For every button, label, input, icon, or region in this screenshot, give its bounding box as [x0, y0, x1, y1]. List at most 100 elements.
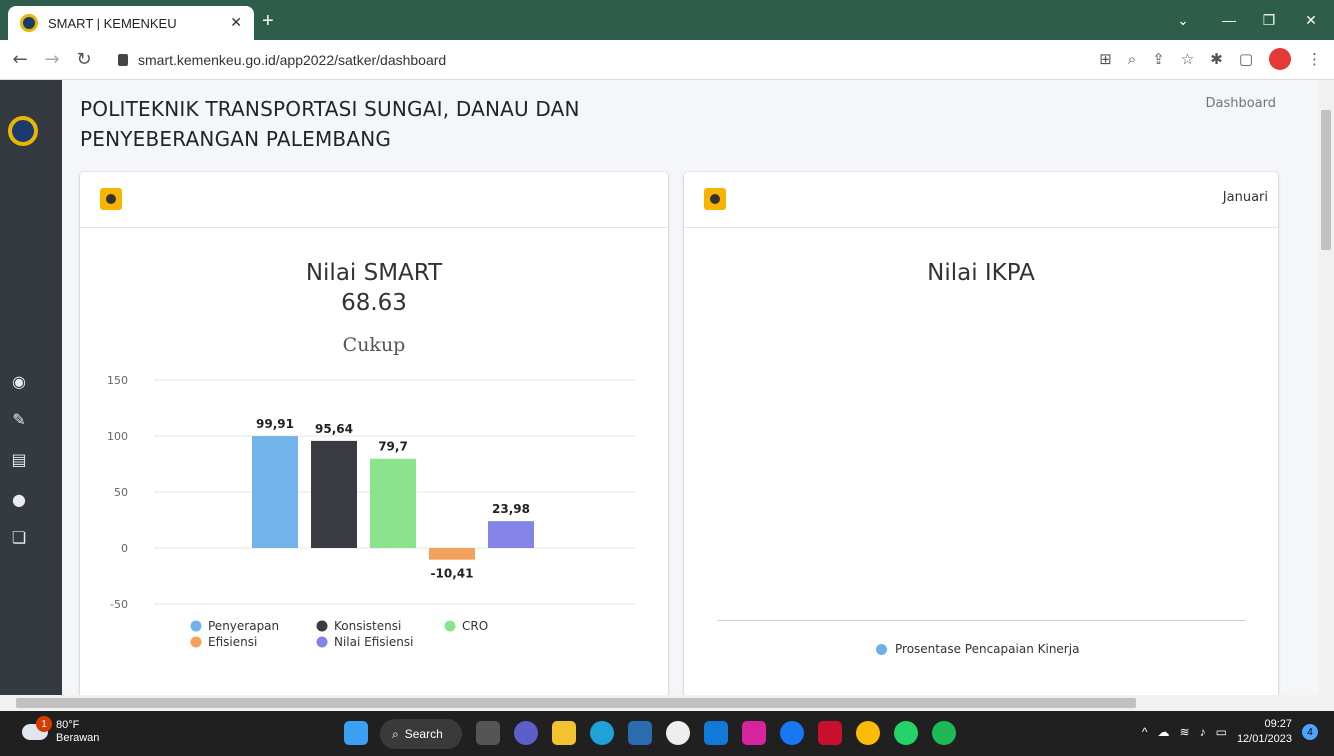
clock[interactable]: 09:27 12/01/2023	[1237, 717, 1292, 747]
battery-icon[interactable]: ▭	[1216, 725, 1227, 739]
app-logo[interactable]	[8, 116, 38, 146]
book-icon[interactable]: ▤	[10, 450, 28, 469]
ikpa-legend[interactable]: Prosentase Pencapaian Kinerja	[876, 642, 1079, 656]
search-icon: ⌕	[392, 726, 399, 741]
side-panel-icon[interactable]: ▢	[1239, 50, 1253, 68]
profile-avatar[interactable]	[1269, 48, 1291, 70]
extensions-icon[interactable]: ✱	[1210, 50, 1223, 68]
y-tick-label: 50	[114, 486, 128, 499]
instagram-icon[interactable]	[742, 721, 766, 745]
github-icon[interactable]	[666, 721, 690, 745]
browser-tab[interactable]: SMART | KEMENKEU ✕	[8, 6, 254, 40]
bar-penyerapan	[252, 436, 298, 548]
chrome-icon[interactable]	[856, 721, 880, 745]
legend-label[interactable]: Efisiensi	[208, 635, 257, 649]
messenger-icon[interactable]	[780, 721, 804, 745]
browser-tabstrip: SMART | KEMENKEU ✕ + ⌄ — ❐ ✕	[0, 0, 1334, 40]
legend-dot	[444, 620, 456, 632]
mcafee-icon[interactable]	[818, 721, 842, 745]
legend-label[interactable]: Penyerapan	[208, 619, 279, 633]
bar-nilai-efisiensi	[488, 521, 534, 548]
bar-konsistensi	[311, 440, 357, 548]
chevron-up-icon[interactable]: ^	[1142, 725, 1148, 739]
dashboard-gauge-icon[interactable]: ◉	[10, 372, 28, 391]
edit-icon[interactable]: ✎	[10, 410, 28, 429]
file-explorer-icon[interactable]	[552, 721, 576, 745]
clock-date: 12/01/2023	[1236, 733, 1292, 745]
smart-category: Cukup	[342, 334, 406, 356]
ikpa-axis-line	[718, 620, 1246, 621]
url-text: smart.kemenkeu.go.id/app2022/satker/dash…	[138, 52, 447, 68]
site-favicon-icon	[20, 14, 38, 32]
menu-kebab-icon[interactable]: ⋮	[1307, 50, 1322, 68]
wifi-icon[interactable]: ≋	[1180, 725, 1190, 739]
legend-dot	[316, 636, 328, 648]
tab-search-icon[interactable]: ⌄	[1160, 0, 1206, 40]
volume-icon[interactable]: ♪	[1200, 725, 1206, 739]
bookmark-star-icon[interactable]: ☆	[1181, 50, 1194, 68]
smart-card-header	[80, 172, 668, 228]
sidebar: ◉ ✎ ▤ ● ❏	[0, 80, 62, 695]
share-icon[interactable]: ⇪	[1152, 50, 1165, 68]
legend-label[interactable]: CRO	[462, 619, 488, 633]
horizontal-scrollbar[interactable]	[0, 695, 1334, 711]
system-tray: ^ ☁ ≋ ♪ ▭ 09:27 12/01/2023 4	[1142, 717, 1318, 747]
legend-dot	[876, 643, 887, 655]
reload-icon[interactable]: ↻	[72, 49, 96, 70]
legend-label[interactable]: Konsistensi	[334, 619, 401, 633]
task-view-icon[interactable]	[476, 721, 500, 745]
page-title-line2: PENYEBERANGAN PALEMBANG	[80, 127, 392, 151]
bar-value-label: 23,98	[492, 502, 530, 516]
windows-taskbar: 1 80°F Berawan ⌕ Search ^ ☁ ≋ ♪ ▭ 09:27 …	[0, 711, 1334, 756]
forward-icon[interactable]: →	[40, 49, 64, 70]
bar-efisiensi	[429, 548, 475, 560]
legend-dot	[316, 620, 328, 632]
ikpa-title: Nilai IKPA	[927, 260, 1035, 286]
notification-badge[interactable]: 4	[1302, 724, 1318, 740]
legend-dot	[190, 636, 202, 648]
smart-value: 68.63	[341, 290, 407, 316]
store-icon[interactable]	[628, 721, 652, 745]
new-tab-button[interactable]: +	[262, 10, 274, 33]
breadcrumb[interactable]: Dashboard	[1205, 96, 1276, 111]
bar-value-label: 95,64	[315, 422, 353, 436]
mail-icon[interactable]	[704, 721, 728, 745]
weather-temp: 80°F	[56, 719, 80, 731]
search-label: Search	[404, 727, 443, 741]
user-icon[interactable]: ●	[10, 490, 28, 509]
documents-icon[interactable]: ❏	[10, 528, 28, 547]
close-tab-icon[interactable]: ✕	[230, 15, 242, 31]
back-icon[interactable]: ←	[8, 49, 32, 70]
edge-icon[interactable]	[590, 721, 614, 745]
y-tick-label: 100	[107, 430, 128, 443]
spotify-icon[interactable]	[932, 721, 956, 745]
vertical-scrollbar[interactable]	[1318, 80, 1334, 695]
start-icon[interactable]	[344, 721, 368, 745]
browser-toolbar: ← → ↻ smart.kemenkeu.go.id/app2022/satke…	[0, 40, 1334, 80]
chat-icon[interactable]	[514, 721, 538, 745]
month-label[interactable]: Januari	[1223, 190, 1268, 205]
legend-label[interactable]: Nilai Efisiensi	[334, 635, 413, 649]
y-tick-label: 150	[107, 374, 128, 387]
weather-badge: 1	[36, 716, 52, 732]
page-title: POLITEKNIK TRANSPORTASI SUNGAI, DANAU DA…	[80, 94, 680, 154]
y-tick-label: 0	[121, 542, 128, 555]
smart-card: Nilai SMART 68.63 Cukup 150 100 50 0 -50 99,9…	[80, 172, 668, 695]
bar-value-label: -10,41	[431, 567, 474, 581]
search-button[interactable]: ⌕ Search	[380, 719, 462, 749]
whatsapp-icon[interactable]	[894, 721, 918, 745]
zoom-icon[interactable]: ⌕	[1128, 50, 1136, 68]
legend-dot	[190, 620, 202, 632]
smart-bar-chart: 150 100 50 0 -50 99,91 95,64 79,7 -10,41 23,98 Pen…	[107, 374, 636, 649]
bar-cro	[370, 458, 416, 548]
onedrive-icon[interactable]: ☁	[1158, 725, 1170, 739]
pie-chart-icon	[704, 188, 726, 210]
ikpa-card: Januari Nilai IKPA Prosentase Pencapaian…	[684, 172, 1278, 695]
translate-icon[interactable]: ⊞	[1099, 50, 1112, 68]
cloud-icon: 1	[22, 716, 52, 740]
clock-time: 09:27	[1264, 718, 1292, 730]
close-window-button[interactable]: ✕	[1288, 0, 1334, 40]
restore-button[interactable]: ❐	[1246, 0, 1292, 40]
bar-value-label: 79,7	[378, 440, 408, 454]
weather-widget[interactable]: 1 80°F Berawan	[22, 716, 99, 745]
